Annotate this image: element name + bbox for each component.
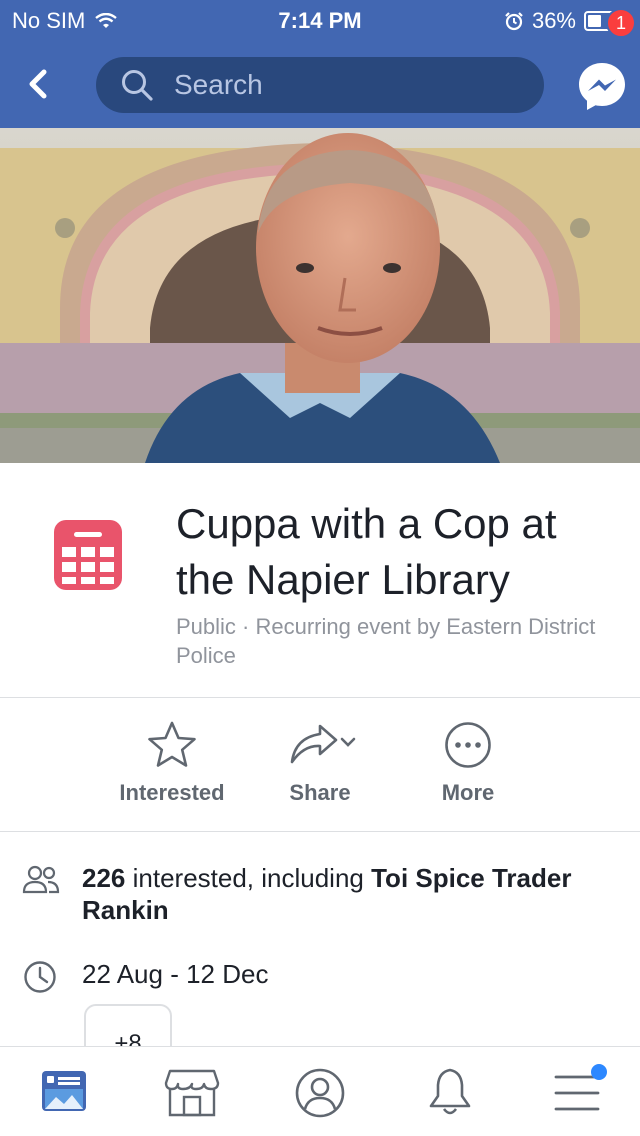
share-button[interactable]: Share xyxy=(250,720,390,806)
notifications-icon[interactable] xyxy=(422,1065,478,1121)
tab-bar xyxy=(0,1046,640,1136)
back-chevron-icon[interactable] xyxy=(18,62,58,106)
more-icon xyxy=(445,722,491,768)
messenger-badge: 1 xyxy=(606,8,636,38)
divider xyxy=(0,697,640,698)
messenger-icon[interactable] xyxy=(576,60,628,112)
clock-icon xyxy=(24,961,56,993)
alarm-icon xyxy=(505,12,523,31)
date-row[interactable]: 22 Aug - 12 Dec xyxy=(22,958,592,996)
share-label: Share xyxy=(289,780,351,805)
event-subtitle[interactable]: Public · Recurring event by Eastern Dist… xyxy=(176,612,606,670)
marketplace-icon[interactable] xyxy=(164,1065,220,1121)
navigation-bar xyxy=(0,42,640,128)
interested-text: interested, including xyxy=(125,863,372,893)
battery-fill xyxy=(588,15,601,27)
interested-label: Interested xyxy=(119,780,225,805)
battery-percent: 36% xyxy=(531,8,576,33)
more-label: More xyxy=(441,780,495,805)
star-icon xyxy=(148,721,196,767)
event-cover-photo[interactable] xyxy=(0,128,640,463)
event-title: Cuppa with a Cop at the Napier Library xyxy=(176,500,557,603)
search-icon xyxy=(122,70,153,101)
search-input[interactable] xyxy=(174,69,514,101)
status-bar: No SIM 7:14 PM 36% xyxy=(0,0,640,42)
divider xyxy=(0,831,640,832)
more-button[interactable]: More xyxy=(398,720,538,806)
date-range: 22 Aug - 12 Dec xyxy=(82,959,269,989)
interested-count: 226 xyxy=(82,863,126,893)
profile-icon[interactable] xyxy=(292,1065,348,1121)
menu-notification-dot xyxy=(591,1064,607,1080)
interested-row[interactable]: 226 interested, including Toi Spice Trad… xyxy=(22,862,592,926)
calendar-icon xyxy=(54,520,122,590)
interested-summary: 226 interested, including Toi Spice Trad… xyxy=(82,862,592,926)
interested-button[interactable]: Interested xyxy=(102,720,242,806)
people-icon xyxy=(22,865,60,894)
search-bar[interactable] xyxy=(96,57,544,113)
share-icon xyxy=(290,724,356,764)
news-feed-icon[interactable] xyxy=(38,1065,94,1121)
